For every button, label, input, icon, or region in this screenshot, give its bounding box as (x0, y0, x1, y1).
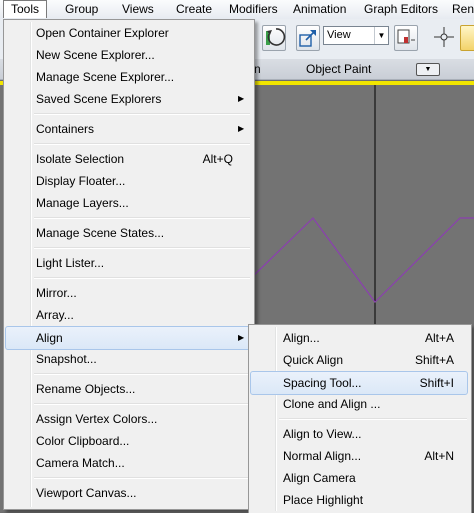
menu-create[interactable]: Create (176, 2, 212, 16)
menu-item-align-to-view[interactable]: Align to View... (250, 423, 468, 445)
select-manipulate-button[interactable] (432, 25, 454, 49)
menu-item-spacing-tool[interactable]: Spacing Tool... Shift+I (250, 371, 468, 395)
pivot-button[interactable] (394, 25, 418, 51)
menu-bar: Tools Group Views Create Modifiers Anima… (0, 0, 474, 20)
submenu-arrow-icon: ▶ (238, 124, 245, 133)
scale-icon (299, 30, 316, 47)
menu-item-align-dialog[interactable]: Align... Alt+A (250, 327, 468, 349)
menu-group[interactable]: Group (65, 2, 98, 16)
menu-separator (34, 217, 250, 219)
menu-item-new-scene-explorer[interactable]: New Scene Explorer... (5, 44, 251, 66)
menu-separator (34, 277, 250, 279)
menu-item-place-highlight[interactable]: Place Highlight (250, 489, 468, 511)
menu-item-mirror[interactable]: Mirror... (5, 282, 251, 304)
menu-item-containers[interactable]: Containers ▶ (5, 118, 251, 140)
menu-item-saved-scene-explorers[interactable]: Saved Scene Explorers ▶ (5, 88, 251, 110)
menu-views[interactable]: Views (122, 2, 154, 16)
object-paint-label[interactable]: Object Paint (306, 62, 371, 76)
menu-item-manage-scene-states[interactable]: Manage Scene States... (5, 222, 251, 244)
menu-rendering[interactable]: Ren (452, 2, 474, 16)
menu-item-viewport-canvas[interactable]: Viewport Canvas... (5, 482, 251, 504)
menu-separator (34, 143, 250, 145)
menu-item-manage-layers[interactable]: Manage Layers... (5, 192, 251, 214)
submenu-arrow-icon: ▶ (238, 94, 245, 103)
menu-item-rename-objects[interactable]: Rename Objects... (5, 378, 251, 400)
keyboard-shortcut-override-button[interactable] (460, 25, 474, 51)
reference-coordinate-select[interactable]: View ▼ (323, 26, 389, 45)
menu-separator (34, 403, 250, 405)
menu-item-clone-and-align[interactable]: Clone and Align ... (250, 393, 468, 415)
ribbon-tab-partial[interactable]: n (254, 62, 261, 76)
menu-item-normal-align[interactable]: Normal Align... Alt+N (250, 445, 468, 467)
menu-item-assign-vertex-colors[interactable]: Assign Vertex Colors... (5, 408, 251, 430)
tools-menu: Open Container Explorer New Scene Explor… (3, 19, 255, 510)
menu-item-array[interactable]: Array... (5, 304, 251, 326)
menu-separator (279, 418, 467, 420)
menu-tools[interactable]: Tools (3, 0, 48, 18)
menu-item-open-container-explorer[interactable]: Open Container Explorer (5, 22, 251, 44)
ribbon-dropdown-icon[interactable]: ▼ (416, 63, 440, 76)
menu-item-snapshot[interactable]: Snapshot... (5, 348, 251, 370)
rotate-button[interactable] (264, 25, 286, 49)
menu-item-align-camera[interactable]: Align Camera (250, 467, 468, 489)
menu-item-align[interactable]: Align ▶ (5, 326, 251, 350)
align-submenu: Align... Alt+A Quick Align Shift+A Spaci… (248, 324, 472, 513)
chevron-down-icon: ▼ (374, 27, 388, 44)
scale-button[interactable] (296, 25, 320, 51)
menu-item-display-floater[interactable]: Display Floater... (5, 170, 251, 192)
menu-separator (34, 477, 250, 479)
menu-separator (34, 113, 250, 115)
menu-item-light-lister[interactable]: Light Lister... (5, 252, 251, 274)
menu-item-camera-match[interactable]: Camera Match... (5, 452, 251, 474)
menu-separator (34, 373, 250, 375)
rotate-icon (267, 28, 286, 46)
menu-graph-editors[interactable]: Graph Editors (364, 2, 438, 16)
menu-separator (34, 247, 250, 249)
pivot-icon (397, 29, 415, 44)
menu-animation[interactable]: Animation (293, 2, 346, 16)
submenu-arrow-icon: ▶ (238, 333, 245, 342)
menu-item-quick-align[interactable]: Quick Align Shift+A (250, 349, 468, 371)
menu-modifiers[interactable]: Modifiers (229, 2, 278, 16)
menu-item-isolate-selection[interactable]: Isolate Selection Alt+Q (5, 148, 251, 170)
menu-item-color-clipboard[interactable]: Color Clipboard... (5, 430, 251, 452)
spline-curve[interactable] (249, 217, 474, 303)
menu-item-manage-scene-explorer[interactable]: Manage Scene Explorer... (5, 66, 251, 88)
move-icon (434, 27, 454, 47)
